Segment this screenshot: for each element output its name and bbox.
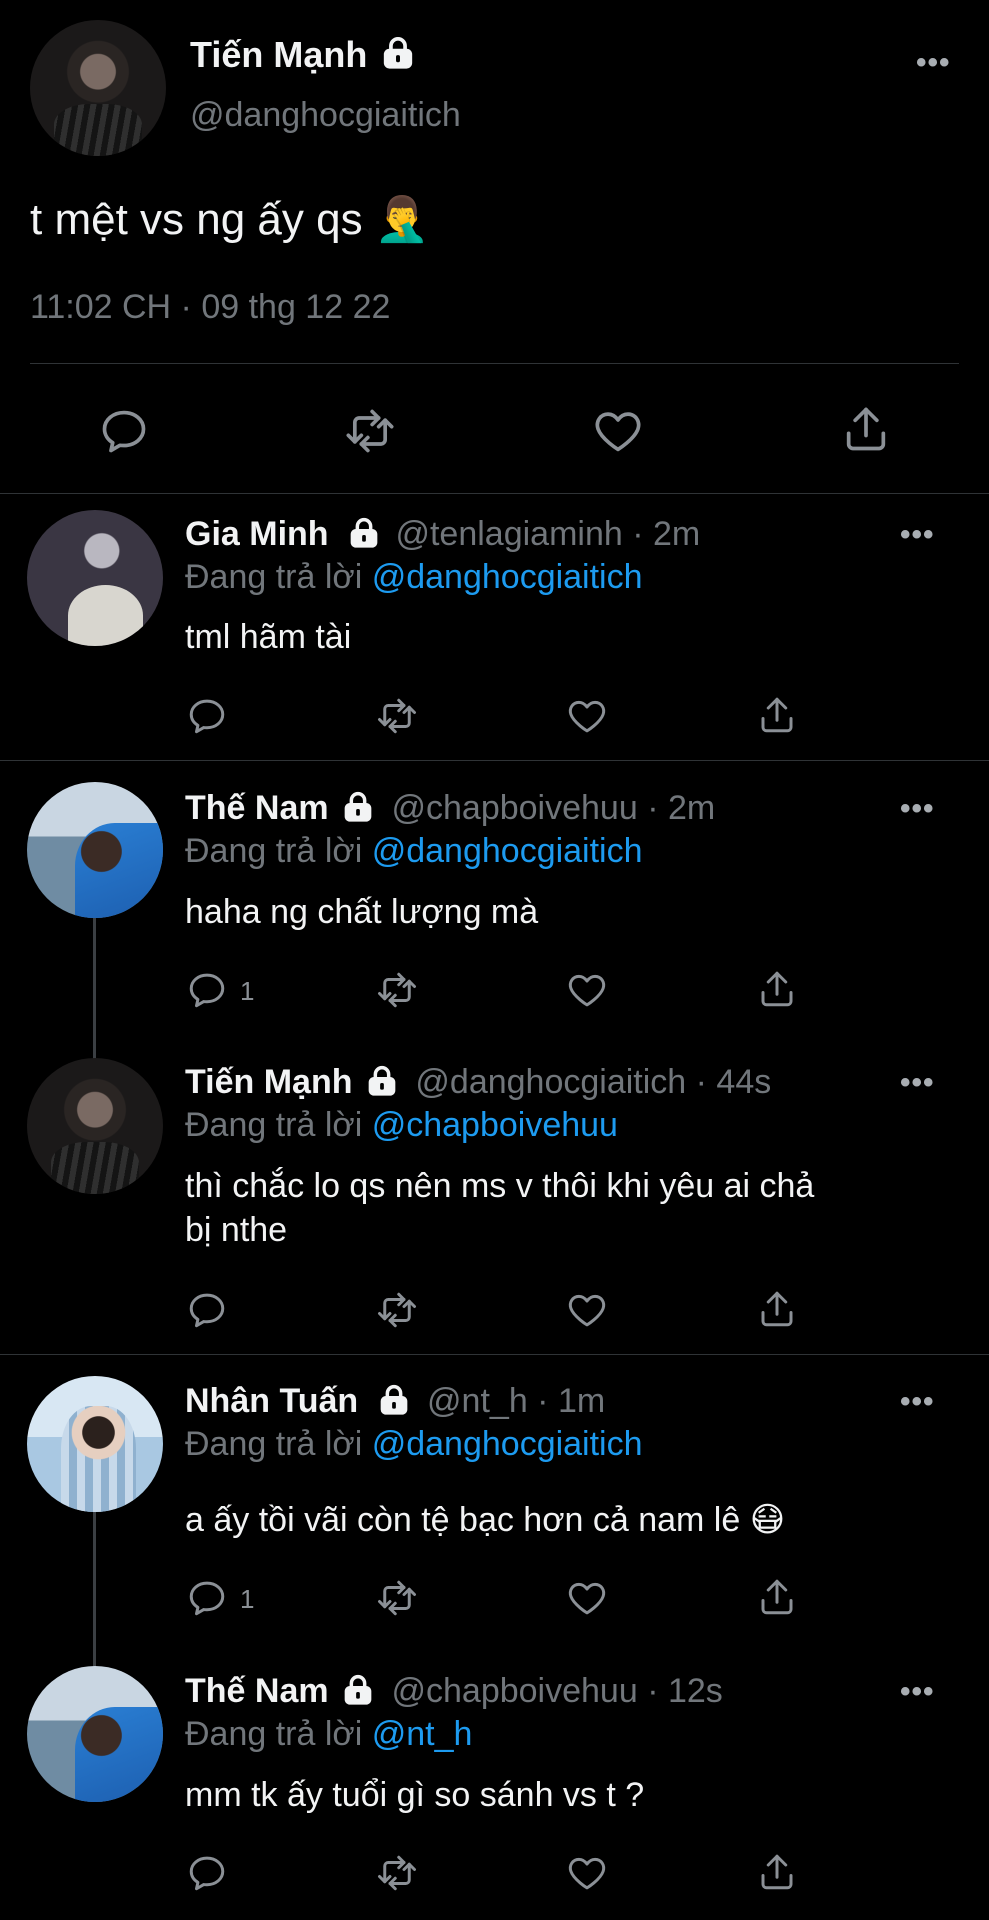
tweet-text: mm tk ấy tuổi gì so sánh vs t ? (185, 1776, 645, 1814)
like-icon[interactable] (566, 1852, 608, 1894)
author-handle-time[interactable]: @nt_h · 1m (427, 1382, 605, 1420)
like-icon[interactable] (566, 695, 608, 737)
lock-icon (381, 36, 415, 70)
replying-to: Đang trả lời @danghocgiaitich (185, 832, 643, 871)
like-icon[interactable] (592, 405, 644, 457)
reply-count: 1 (240, 976, 255, 1006)
lock-icon (366, 1065, 398, 1097)
tweet-text-line: thì chắc lo qs nên ms v thôi khi yêu ai … (185, 1167, 815, 1205)
replying-label: Đang trả lời (185, 832, 363, 870)
tweet-text: haha ng chất lượng mà (185, 893, 539, 931)
more-icon[interactable]: ••• (916, 48, 951, 78)
retweet-icon[interactable] (374, 695, 420, 737)
reply-icon[interactable] (186, 1852, 228, 1894)
reply-count: 1 (240, 1584, 255, 1614)
retweet-icon[interactable] (374, 1289, 420, 1331)
avatar[interactable] (27, 510, 163, 646)
reply-icon[interactable] (186, 1577, 228, 1619)
tweet-text: t mệt vs ng ấy qs 🤦‍♂️ (30, 195, 430, 244)
author-name[interactable]: Nhân Tuấn (185, 1382, 358, 1420)
replying-label: Đang trả lời (185, 1425, 363, 1463)
divider (0, 1354, 989, 1355)
author-name[interactable]: Thế Nam (185, 789, 329, 827)
like-icon[interactable] (566, 1577, 608, 1619)
more-icon[interactable]: ••• (900, 1677, 935, 1707)
lock-icon (348, 517, 380, 549)
tweet-timestamp[interactable]: 11:02 CH · 09 thg 12 22 (30, 288, 390, 327)
replying-to: Đang trả lời @danghocgiaitich (185, 558, 643, 597)
more-icon[interactable]: ••• (900, 1068, 935, 1098)
tweet-text: a ấy tồi vãi còn tệ bạc hơn cả nam lê 😷 (185, 1501, 786, 1539)
replying-label: Đang trả lời (185, 1106, 363, 1144)
tweet-text-line: bị nthe (185, 1211, 288, 1249)
lock-icon (342, 791, 374, 823)
author-name[interactable]: Thế Nam (185, 1672, 329, 1710)
like-icon[interactable] (566, 1289, 608, 1331)
author-name[interactable]: Tiến Mạnh (185, 1063, 353, 1101)
thread-line (93, 918, 96, 1060)
reply-header: Thế Nam @chapboivehuu · 12s (185, 1672, 723, 1711)
reply-icon[interactable] (186, 1289, 228, 1331)
more-icon[interactable]: ••• (900, 794, 935, 824)
mention-link[interactable]: @danghocgiaitich (372, 832, 643, 870)
reply-header: Tiến Mạnh @danghocgiaitich · 44s (185, 1063, 771, 1102)
more-icon[interactable]: ••• (900, 1387, 935, 1417)
share-icon[interactable] (756, 968, 798, 1010)
divider (0, 760, 989, 761)
reply-icon[interactable] (186, 695, 228, 737)
reply-icon[interactable] (98, 405, 150, 457)
avatar[interactable] (27, 1376, 163, 1512)
avatar[interactable] (27, 782, 163, 918)
mention-link[interactable]: @nt_h (372, 1715, 473, 1753)
mention-link[interactable]: @danghocgiaitich (372, 558, 643, 596)
avatar[interactable] (30, 20, 166, 156)
author-handle-time[interactable]: @chapboivehuu · 12s (392, 1672, 723, 1710)
author-name-text: Tiến Mạnh (190, 34, 368, 75)
thread-line (93, 1512, 96, 1668)
share-icon[interactable] (756, 1576, 798, 1618)
reply-icon[interactable] (186, 969, 228, 1011)
retweet-icon[interactable] (342, 405, 398, 457)
share-icon[interactable] (756, 1851, 798, 1893)
retweet-icon[interactable] (374, 1852, 420, 1894)
like-icon[interactable] (566, 969, 608, 1011)
tweet-text: tml hãm tài (185, 618, 352, 656)
share-icon[interactable] (840, 403, 892, 455)
author-handle-time[interactable]: @chapboivehuu · 2m (392, 789, 716, 827)
reply-header: Gia Minh @tenlagiaminh · 2m (185, 515, 700, 554)
avatar[interactable] (27, 1058, 163, 1194)
mention-link[interactable]: @chapboivehuu (372, 1106, 618, 1144)
author-handle[interactable]: @danghocgiaitich (190, 96, 461, 135)
lock-icon (342, 1674, 374, 1706)
author-handle-time[interactable]: @tenlagiaminh · 2m (395, 515, 700, 553)
author-name[interactable]: Gia Minh (185, 515, 329, 553)
mention-link[interactable]: @danghocgiaitich (372, 1425, 643, 1463)
replying-label: Đang trả lời (185, 558, 363, 596)
avatar[interactable] (27, 1666, 163, 1802)
replying-to: Đang trả lời @danghocgiaitich (185, 1425, 643, 1464)
author-name[interactable]: Tiến Mạnh (190, 34, 415, 76)
divider (30, 363, 959, 364)
retweet-icon[interactable] (374, 1577, 420, 1619)
divider (0, 493, 989, 494)
share-icon[interactable] (756, 694, 798, 736)
replying-label: Đang trả lời (185, 1715, 363, 1753)
replying-to: Đang trả lời @chapboivehuu (185, 1106, 618, 1145)
replying-to: Đang trả lời @nt_h (185, 1715, 472, 1754)
share-icon[interactable] (756, 1288, 798, 1330)
author-handle-time[interactable]: @danghocgiaitich · 44s (415, 1063, 771, 1101)
lock-icon (378, 1384, 410, 1416)
reply-header: Thế Nam @chapboivehuu · 2m (185, 789, 715, 828)
more-icon[interactable]: ••• (900, 520, 935, 550)
retweet-icon[interactable] (374, 969, 420, 1011)
reply-header: Nhân Tuấn @nt_h · 1m (185, 1382, 605, 1421)
